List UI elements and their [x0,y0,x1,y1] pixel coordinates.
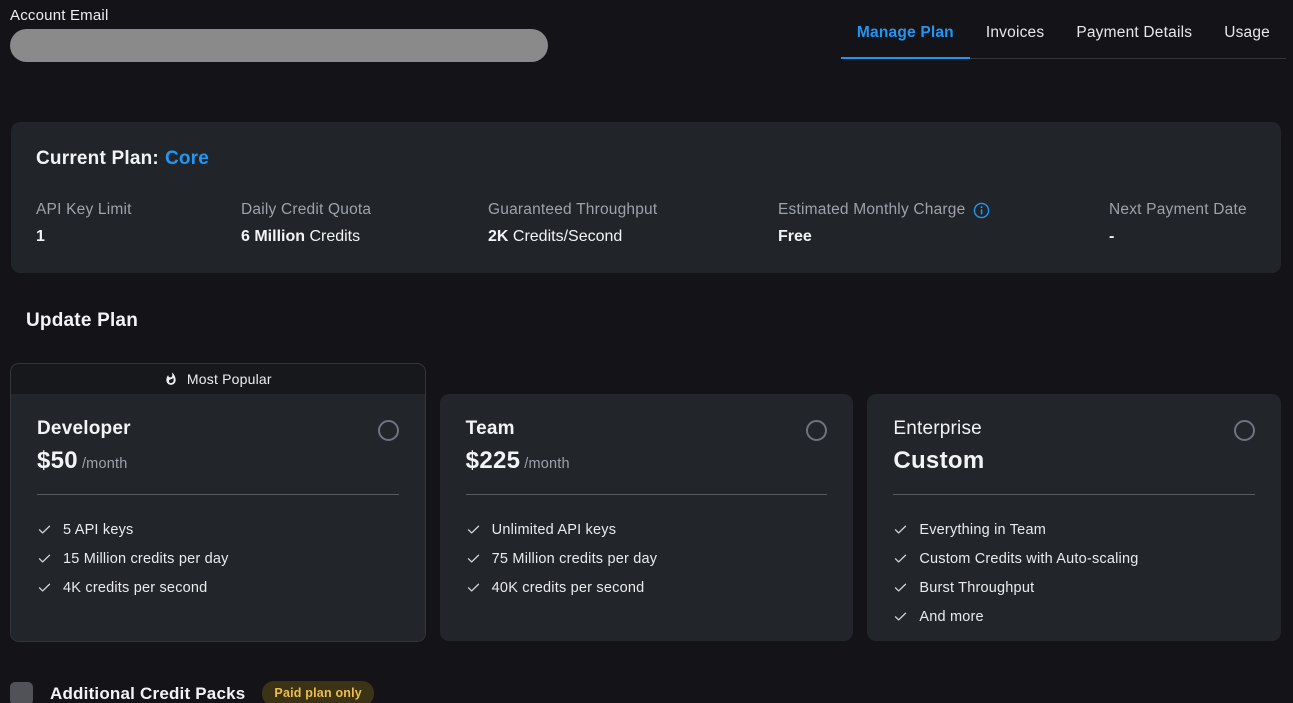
plan-features-developer: 5 API keys 15 Million credits per day 4K… [37,515,399,602]
check-icon [893,551,908,566]
plan-radio-team[interactable] [806,420,827,441]
plan-title-enterprise: Enterprise [893,418,982,440]
feature-item: And more [893,602,1255,631]
paid-plan-only-badge: Paid plan only [262,681,374,703]
current-plan-card: Current Plan: Core API Key Limit 1 Daily … [11,122,1281,273]
stat-next-payment-date: Next Payment Date - [1109,201,1256,246]
plan-radio-developer[interactable] [378,420,399,441]
plan-price-developer: $50/month [37,447,399,475]
plan-card-developer: Most Popular Developer $50/month 5 API k… [10,363,426,642]
tab-invoices[interactable]: Invoices [970,20,1060,59]
feature-item: 15 Million credits per day [37,544,399,573]
plan-card-team: Team $225/month Unlimited API keys 75 Mi… [440,394,854,641]
most-popular-label: Most Popular [187,371,272,387]
additional-credit-packs-row: Additional Credit Packs Paid plan only [10,681,1293,703]
stat-daily-credit-quota: Daily Credit Quota 6 Million Credits [241,201,488,246]
tab-payment-details[interactable]: Payment Details [1060,20,1208,59]
update-plan-heading: Update Plan [26,310,1293,332]
plans-row: Most Popular Developer $50/month 5 API k… [10,363,1281,642]
plan-features-enterprise: Everything in Team Custom Credits with A… [893,515,1255,631]
tab-bar: Manage Plan Invoices Payment Details Usa… [841,20,1286,59]
tab-manage-plan[interactable]: Manage Plan [841,20,970,59]
current-plan-heading: Current Plan: Core [36,148,1256,170]
feature-item: Unlimited API keys [466,515,828,544]
credit-packs-checkbox[interactable] [10,682,33,703]
info-icon[interactable] [973,202,990,219]
plan-features-team: Unlimited API keys 75 Million credits pe… [466,515,828,602]
plan-title-developer: Developer [37,418,131,440]
feature-item: Custom Credits with Auto-scaling [893,544,1255,573]
check-icon [466,580,481,595]
stat-api-key-limit: API Key Limit 1 [36,201,241,246]
feature-item: 5 API keys [37,515,399,544]
plan-title-team: Team [466,418,515,440]
account-email-block: Account Email [10,7,548,62]
current-plan-prefix: Current Plan: [36,148,159,169]
credit-packs-title: Additional Credit Packs [50,684,245,703]
check-icon [37,580,52,595]
check-icon [466,551,481,566]
divider [37,494,399,495]
feature-item: Everything in Team [893,515,1255,544]
tab-usage[interactable]: Usage [1208,20,1286,59]
plan-price-team: $225/month [466,447,828,475]
account-email-input[interactable] [10,29,548,62]
account-email-label: Account Email [10,7,548,24]
feature-item: 40K credits per second [466,573,828,602]
plan-card-enterprise: Enterprise Custom Everything in Team Cus… [867,394,1281,641]
feature-item: 75 Million credits per day [466,544,828,573]
check-icon [893,609,908,624]
divider [466,494,828,495]
most-popular-band: Most Popular [11,364,425,394]
feature-item: 4K credits per second [37,573,399,602]
current-plan-stats: API Key Limit 1 Daily Credit Quota 6 Mil… [36,201,1256,246]
check-icon [893,580,908,595]
stat-guaranteed-throughput: Guaranteed Throughput 2K Credits/Second [488,201,778,246]
check-icon [893,522,908,537]
plan-price-enterprise: Custom [893,447,1255,475]
current-plan-name: Core [165,148,209,169]
check-icon [37,551,52,566]
check-icon [466,522,481,537]
top-bar: Account Email Manage Plan Invoices Payme… [0,0,1293,62]
plan-radio-enterprise[interactable] [1234,420,1255,441]
feature-item: Burst Throughput [893,573,1255,602]
popular-flame-icon [164,372,178,386]
check-icon [37,522,52,537]
stat-estimated-monthly-charge: Estimated Monthly Charge Free [778,201,1109,246]
divider [893,494,1255,495]
